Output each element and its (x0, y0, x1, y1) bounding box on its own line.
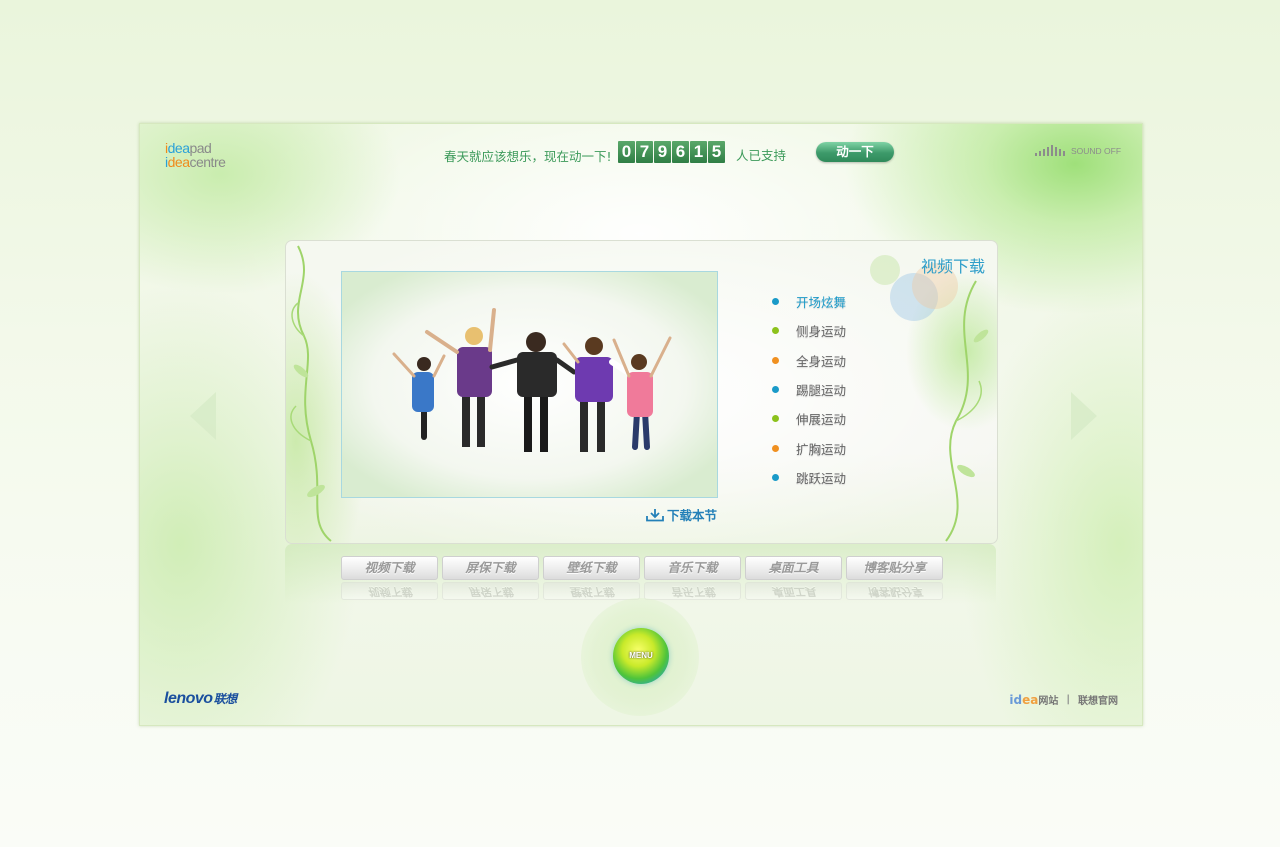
idea-id: id (1009, 693, 1023, 707)
tab-reflection: 博客贴分享 (846, 582, 943, 600)
download-icon (646, 508, 664, 521)
prev-arrow-icon[interactable] (190, 392, 216, 440)
bullet-dot-icon (772, 327, 779, 335)
video-player[interactable] (341, 271, 718, 498)
lenovo-logo-text: lenovo (164, 690, 213, 707)
dancers-video-frame (342, 272, 717, 497)
lenovo-logo[interactable]: lenovo联想 (164, 690, 237, 708)
next-arrow-icon[interactable] (1071, 392, 1097, 440)
exercise-item[interactable]: 侧身运动 (772, 316, 846, 345)
counter-digit: 7 (636, 141, 653, 163)
support-counter: 0 7 9 6 1 5 (618, 141, 725, 163)
tab-reflection: 屏保下载 (442, 582, 539, 600)
bullet-dot-icon (772, 386, 779, 394)
footer-separator: | (1066, 694, 1070, 705)
move-button[interactable]: 动一下 (816, 142, 894, 162)
main-stage: ideapad ideacentre 春天就应该想乐，现在动一下! 0 7 9 … (139, 123, 1143, 726)
tab-reflection: 壁纸下载 (543, 582, 640, 600)
exercise-item[interactable]: 跳跃运动 (772, 463, 846, 492)
panel-title: 视频下载 (920, 257, 985, 276)
tab-music-download[interactable]: 音乐下载 (644, 556, 741, 580)
exercise-item[interactable]: 全身运动 (772, 346, 846, 375)
sound-bars-icon (1035, 145, 1065, 156)
tab-wallpaper-download[interactable]: 壁纸下载 (543, 556, 640, 580)
bullet-dot-icon (772, 473, 779, 481)
exercise-item[interactable]: 扩胸运动 (772, 433, 846, 462)
exercise-label: 扩胸运动 (796, 441, 847, 457)
counter-digit: 0 (618, 141, 635, 163)
footer-links: idea网站 | 联想官网 (1009, 692, 1118, 707)
video-download-panel: 视频下载 下载本节 开场炫舞 侧身运动 全身运动 踢腿运动 伸展运动 扩胸运动 … (285, 240, 998, 544)
menu-button[interactable]: MENU (613, 628, 669, 684)
logo-dea: dea (167, 154, 190, 170)
exercise-label: 踢腿运动 (796, 383, 847, 399)
tab-screensaver-download[interactable]: 屏保下载 (442, 556, 539, 580)
bullet-dot-icon (772, 356, 779, 364)
logo-centre: centre (189, 154, 226, 170)
tab-blog-share[interactable]: 博客贴分享 (846, 556, 943, 580)
idea-site-label: 网站 (1038, 696, 1059, 707)
exercise-label: 侧身运动 (796, 324, 847, 340)
sound-toggle[interactable]: SOUND OFF (1035, 145, 1121, 156)
download-tabs: 视频下载 屏保下载 壁纸下载 音乐下载 桌面工具 博客贴分享 (341, 556, 943, 580)
lenovo-official-link[interactable]: 联想官网 (1078, 692, 1118, 707)
exercise-label: 全身运动 (796, 353, 847, 369)
tab-reflection: 视频下载 (341, 582, 438, 600)
download-section-link[interactable]: 下载本节 (646, 505, 717, 524)
exercise-item[interactable]: 开场炫舞 (772, 287, 846, 316)
counter-digit: 5 (708, 141, 725, 163)
support-text: 人已支持 (736, 148, 787, 163)
counter-digit: 9 (654, 141, 671, 163)
tab-reflection: 音乐下载 (644, 582, 741, 600)
idea-site-link[interactable]: idea网站 (1009, 692, 1058, 707)
bullet-dot-icon (772, 298, 779, 306)
tab-reflection: 桌面工具 (745, 582, 842, 600)
counter-digit: 1 (690, 141, 707, 163)
exercise-label: 伸展运动 (796, 412, 847, 428)
exercise-label: 开场炫舞 (796, 295, 847, 311)
idea-ea: ea (1022, 693, 1039, 707)
tab-video-download[interactable]: 视频下载 (341, 556, 438, 580)
sound-label: SOUND OFF (1071, 146, 1122, 156)
exercise-label: 跳跃运动 (796, 470, 847, 486)
slogan-text: 春天就应该想乐，现在动一下! (444, 149, 612, 164)
exercise-list: 开场炫舞侧身运动全身运动踢腿运动伸展运动扩胸运动跳跃运动 (772, 287, 846, 492)
exercise-item[interactable]: 伸展运动 (772, 404, 846, 433)
download-section-label: 下载本节 (667, 508, 718, 523)
lenovo-logo-cn: 联想 (213, 692, 238, 706)
tab-desktop-tools[interactable]: 桌面工具 (745, 556, 842, 580)
ideapad-ideacentre-logo[interactable]: ideapad ideacentre (165, 141, 226, 170)
counter-digit: 6 (672, 141, 689, 163)
bullet-dot-icon (772, 444, 779, 452)
bullet-dot-icon (772, 415, 779, 423)
exercise-item[interactable]: 踢腿运动 (772, 375, 846, 404)
